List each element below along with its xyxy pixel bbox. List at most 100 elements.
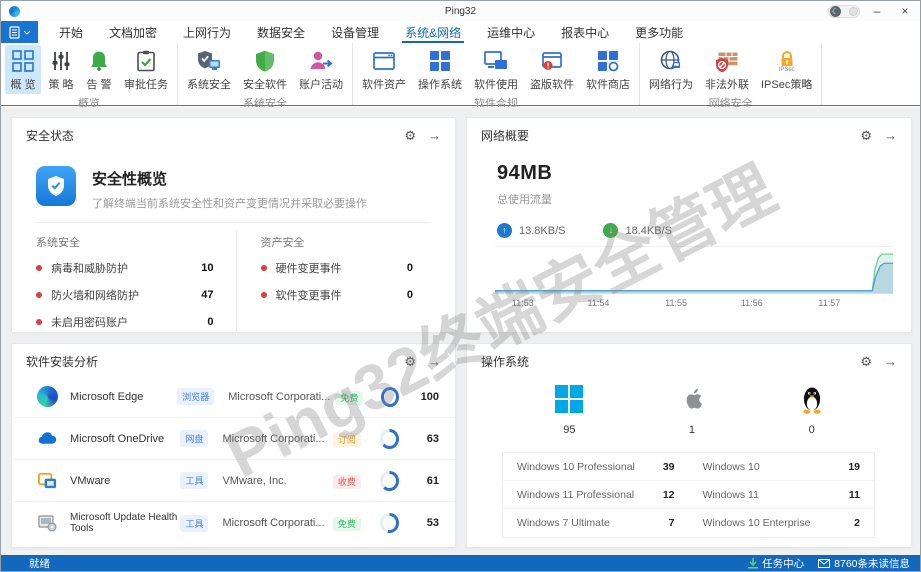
red-dot-icon xyxy=(261,292,267,298)
envelope-icon xyxy=(818,559,830,568)
card-title: 网络概要 xyxy=(481,127,860,144)
upload-legend: ↑ 13.8KB/S xyxy=(497,223,565,238)
gear-icon[interactable]: ⚙ xyxy=(404,129,416,142)
ribbon-item-ipsec-policy[interactable]: IPSec IPSec策略 xyxy=(756,45,817,94)
software-asset-window-icon xyxy=(371,48,397,74)
security-status-card: 安全状态 ⚙ → 安全性概览 了解终端当前系统安全性和资产变更情况并采取必要操作 xyxy=(11,117,456,333)
download-legend: ↓ 18.4KB/S xyxy=(603,223,671,238)
table-row[interactable]: Microsoft Update Health Tools 工具 Microso… xyxy=(12,502,455,544)
ipsec-lock-icon: IPSec xyxy=(774,48,800,74)
ribbon-item-software-store[interactable]: 软件商店 xyxy=(581,45,635,94)
red-dot-icon xyxy=(36,319,42,325)
gear-icon[interactable]: ⚙ xyxy=(404,355,416,368)
ribbon-item-network-behavior[interactable]: 网络行为 xyxy=(644,45,698,94)
platform-summary: 95 1 0 xyxy=(467,384,911,436)
security-shield-icon xyxy=(36,166,76,206)
arrow-right-icon[interactable]: → xyxy=(428,355,441,368)
tab-report-center[interactable]: 报表中心 xyxy=(548,21,622,43)
ribbon-item-system-security[interactable]: 系统安全 xyxy=(182,45,236,94)
ribbon-item-account-activity[interactable]: 账户活动 xyxy=(294,45,348,94)
score-ring xyxy=(380,513,399,533)
ribbon-item-software-asset[interactable]: 软件资产 xyxy=(357,45,411,94)
table-row: Windows 11 Professional12 Windows 1111 xyxy=(503,481,874,509)
os-squares-icon xyxy=(427,48,453,74)
platform-linux: 0 xyxy=(800,384,824,436)
linux-penguin-icon xyxy=(800,384,824,414)
approval-clipboard-icon xyxy=(133,48,159,74)
ribbon-item-software-usage[interactable]: 软件使用 xyxy=(469,45,523,94)
arrow-right-icon[interactable]: → xyxy=(884,355,897,368)
task-center-button[interactable]: 任务中心 xyxy=(748,556,804,571)
tab-internet-behavior[interactable]: 上网行为 xyxy=(170,21,244,43)
ribbon-item-illegal-connection[interactable]: 非法外联 xyxy=(700,45,754,94)
list-item[interactable]: 硬件变更事件 0 xyxy=(261,260,414,276)
ribbon-item-alert[interactable]: 告 警 xyxy=(81,45,117,94)
tab-system-network[interactable]: 系统&网络 xyxy=(392,21,474,43)
x-tick: 11:54 xyxy=(588,298,610,308)
ribbon-group-overview: 概 览 策 略 告 警 xyxy=(1,43,178,105)
list-item[interactable]: 软件变更事件 0 xyxy=(261,287,414,303)
price-badge: 订阅 xyxy=(333,433,361,447)
pirated-software-warning-icon xyxy=(539,48,565,74)
table-row[interactable]: Microsoft Edge 浏览器 Microsoft Corporati..… xyxy=(12,376,455,418)
os-version-table: Windows 10 Professional39 Windows 1019 W… xyxy=(502,452,875,538)
platform-count: 1 xyxy=(689,424,695,436)
table-row[interactable]: Microsoft OneDrive 网盘 Microsoft Corporat… xyxy=(12,418,455,460)
price-badge: 收费 xyxy=(333,475,361,489)
column-heading: 资产安全 xyxy=(261,234,414,250)
close-button[interactable]: × xyxy=(894,2,916,20)
ribbon-item-security-software[interactable]: 安全软件 xyxy=(238,45,292,94)
list-item[interactable]: 病毒和威胁防护 10 xyxy=(36,260,214,276)
price-badge: 免费 xyxy=(333,517,361,531)
ribbon-group-system-security: 系统安全 安全软件 账户活动 系统安全 xyxy=(178,43,353,105)
platform-count: 95 xyxy=(563,424,575,436)
ribbon-item-policy[interactable]: 策 略 xyxy=(43,45,79,94)
tab-data-security[interactable]: 数据安全 xyxy=(244,21,318,43)
tab-device-management[interactable]: 设备管理 xyxy=(318,21,392,43)
table-row[interactable]: VMware 工具 VMware, Inc. 收费 61 xyxy=(12,460,455,502)
security-overview-subtitle: 了解终端当前系统安全性和资产变更情况并采取必要操作 xyxy=(92,195,367,211)
list-item[interactable]: 未启用密码账户 0 xyxy=(36,314,214,330)
arrow-right-icon[interactable]: → xyxy=(884,129,897,142)
tab-ops-center[interactable]: 运维中心 xyxy=(474,21,548,43)
arrow-right-icon[interactable]: → xyxy=(428,129,441,142)
window-title: Ping32 xyxy=(1,6,920,17)
software-list: Microsoft Edge 浏览器 Microsoft Corporati..… xyxy=(12,376,455,544)
list-item[interactable]: 防火墙和网络防护 47 xyxy=(36,287,214,303)
traffic-legend: ↑ 13.8KB/S ↓ 18.4KB/S xyxy=(497,223,672,238)
download-arrow-icon: ↓ xyxy=(603,223,618,238)
ribbon-item-approval-tasks[interactable]: 审批任务 xyxy=(119,45,173,94)
ribbon-item-pirated-software[interactable]: 盗版软件 xyxy=(525,45,579,94)
category-badge: 工具 xyxy=(180,472,208,489)
tab-more-features[interactable]: 更多功能 xyxy=(622,21,696,43)
tab-list: 开始 文档加密 上网行为 数据安全 设备管理 系统&网络 运维中心 报表中心 更… xyxy=(46,21,696,43)
tab-doc-encryption[interactable]: 文档加密 xyxy=(96,21,170,43)
operating-system-card: 操作系统 ⚙ → 95 1 0 xyxy=(466,343,912,548)
red-dot-icon xyxy=(36,265,42,271)
ribbon-item-operating-system[interactable]: 操作系统 xyxy=(413,45,467,94)
windows-logo-icon xyxy=(554,384,584,414)
ping32-window: Ping32 ☾ – × 开始 文档加密 上网行为 数据安全 设备管理 系统&网… xyxy=(0,0,921,572)
category-badge: 浏览器 xyxy=(177,388,214,405)
policy-sliders-icon xyxy=(48,48,74,74)
network-chart-svg xyxy=(495,247,893,293)
tab-start[interactable]: 开始 xyxy=(46,21,96,43)
table-row: Windows 7 Ultimate7 Windows 10 Enterpris… xyxy=(503,509,874,537)
app-menu-button[interactable] xyxy=(1,21,38,43)
total-traffic-label: 总使用流量 xyxy=(497,191,911,207)
status-ready-label: 就绪 xyxy=(29,556,50,571)
category-badge: 网盘 xyxy=(180,430,208,447)
theme-toggle[interactable]: ☾ xyxy=(828,5,860,18)
card-title: 软件安装分析 xyxy=(26,353,404,370)
unread-messages-button[interactable]: 8760条未读信息 xyxy=(818,556,910,571)
x-tick: 11:57 xyxy=(818,298,840,308)
minimize-button[interactable]: – xyxy=(866,2,888,20)
gear-icon[interactable]: ⚙ xyxy=(860,129,872,142)
upload-arrow-icon: ↑ xyxy=(497,223,512,238)
msi-tools-icon xyxy=(36,512,58,534)
ribbon-item-overview[interactable]: 概 览 xyxy=(5,45,41,94)
ribbon-toolbar: 概 览 策 略 告 警 xyxy=(1,43,920,106)
overview-grid-icon xyxy=(10,48,36,74)
gear-icon[interactable]: ⚙ xyxy=(860,355,872,368)
ribbon-group-network-security: 网络行为 非法外联 IPSec IPSec策略 网络安全 xyxy=(640,43,822,105)
